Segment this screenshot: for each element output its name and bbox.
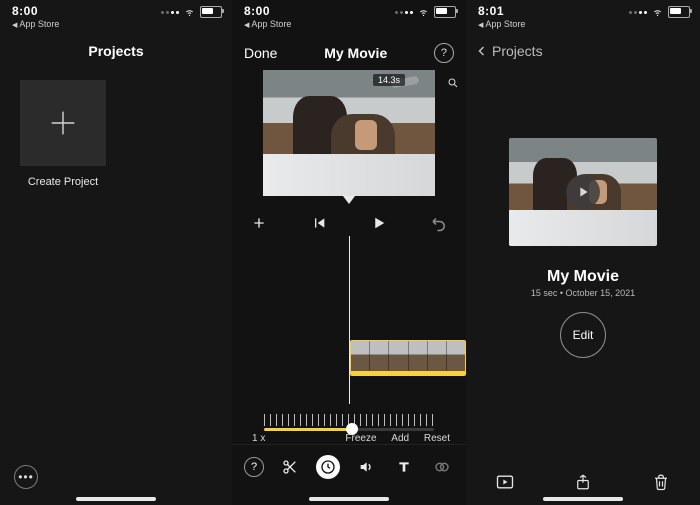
add-media-button[interactable] [248,212,270,234]
share-icon [574,472,592,492]
volume-button[interactable] [354,455,378,479]
project-title: My Movie [324,45,387,61]
status-bar: 8:00 App Store [232,0,466,36]
play-icon [575,184,591,200]
back-nav[interactable]: Projects [466,36,700,66]
project-meta: 15 sec • October 15, 2021 [466,288,700,298]
home-indicator[interactable] [543,497,623,501]
cell-signal-icon [395,11,413,14]
phone-projects: 8:00 App Store Projects Create Project •… [0,0,232,505]
status-bar: 8:01 App Store [466,0,700,36]
editor-nav: Done My Movie ? [232,36,466,70]
share-button[interactable] [572,471,594,493]
battery-icon [200,6,222,18]
help-button[interactable]: ? [244,457,264,477]
chevron-left-icon [476,45,488,57]
create-project-label: Create Project [20,176,106,188]
play-button[interactable] [368,212,390,234]
duration-badge: 14.3s [373,74,405,86]
bottom-actions [466,471,700,493]
more-button[interactable]: ••• [14,465,38,489]
done-button[interactable]: Done [244,45,277,61]
overlap-circles-icon [433,458,451,476]
battery-icon [434,6,456,18]
back-to-app[interactable]: App Store [244,19,291,29]
undo-icon [430,214,448,232]
speed-label: 1 x [252,433,265,444]
video-clip[interactable] [350,340,466,376]
edit-button[interactable]: Edit [560,312,606,358]
speedometer-icon [320,459,336,475]
project-title: My Movie [466,268,700,286]
speed-slider[interactable] [264,428,434,431]
playhead-line[interactable] [349,236,350,404]
editor-toolbar: ? [232,444,466,493]
timeline[interactable] [232,236,466,410]
add-button[interactable]: Add [391,433,409,444]
speed-control: 1 x Freeze Add Reset [232,410,466,444]
back-to-app[interactable]: App Store [12,19,59,29]
magnifier-icon [447,77,459,89]
status-time: 8:00 [244,4,291,18]
wifi-icon [651,7,664,17]
cell-signal-icon [629,11,647,14]
text-icon [396,459,412,475]
project-thumbnail[interactable] [509,138,657,246]
phone-detail: 8:01 App Store Projects My Movie 15 sec … [466,0,700,505]
play-overlay[interactable] [566,175,600,209]
cut-button[interactable] [278,455,302,479]
volume-icon [358,459,374,475]
transport-bar [232,204,466,236]
skip-back-icon [311,215,327,231]
wifi-icon [417,7,430,17]
status-indicators [161,4,222,18]
create-project-tile[interactable] [20,80,106,166]
go-start-button[interactable] [308,212,330,234]
plus-icon [46,106,80,140]
play-fullscreen-button[interactable] [494,471,516,493]
phone-editor: 8:00 App Store Done My Movie ? 14.3s [232,0,466,505]
delete-button[interactable] [650,471,672,493]
battery-icon [668,6,690,18]
undo-button[interactable] [428,212,450,234]
wifi-icon [183,7,196,17]
cell-signal-icon [161,11,179,14]
play-rect-icon [495,472,515,492]
video-preview[interactable]: 14.3s [263,70,435,196]
play-icon [370,214,388,232]
status-indicators [395,4,456,18]
filters-button[interactable] [430,455,454,479]
status-bar: 8:00 App Store [0,0,232,36]
status-time: 8:01 [478,4,525,18]
status-indicators [629,4,690,18]
speed-tool-button[interactable] [316,455,340,479]
zoom-button[interactable] [447,76,459,94]
home-indicator[interactable] [309,497,389,501]
back-to-app[interactable]: App Store [478,19,525,29]
reset-button[interactable]: Reset [424,433,450,444]
playhead-marker-icon [343,196,355,204]
help-button[interactable]: ? [434,43,454,63]
projects-header: Projects [0,36,232,66]
status-time: 8:00 [12,4,59,18]
plus-icon [251,215,267,231]
trash-icon [652,472,670,492]
back-nav-label: Projects [492,43,543,59]
home-indicator[interactable] [76,497,156,501]
scissors-icon [282,459,298,475]
titles-button[interactable] [392,455,416,479]
